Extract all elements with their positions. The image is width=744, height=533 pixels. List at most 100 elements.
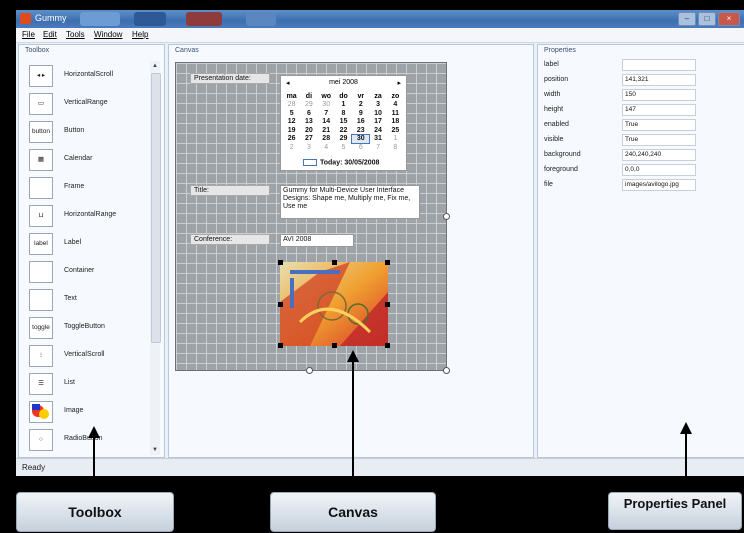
calendar-day[interactable]: 24 [369, 126, 386, 135]
calendar-day[interactable]: 26 [283, 135, 300, 144]
calendar-widget[interactable]: ◂ mei 2008 ▸ ma di wo do vr za zo 28 29 30 1 2 3 4 5 6… [280, 75, 407, 171]
calendar-day[interactable]: 29 [300, 101, 317, 110]
calendar-day[interactable]: 8 [335, 109, 352, 118]
calendar-day[interactable]: 4 [318, 143, 335, 152]
toolbox-item-verticalrange[interactable]: ▭ VerticalRange [29, 93, 149, 115]
canvas-resize-handle[interactable] [443, 213, 450, 220]
scroll-up-icon[interactable]: ▲ [150, 63, 160, 69]
resize-handle[interactable] [278, 343, 283, 348]
toolbox-item-frame[interactable]: Frame [29, 177, 149, 199]
toolbox-item-verticalscroll[interactable]: ⁝ VerticalScroll [29, 345, 149, 367]
menu-file[interactable]: File [22, 30, 35, 39]
close-button[interactable]: × [718, 12, 740, 26]
prev-month-icon[interactable]: ◂ [286, 79, 290, 87]
calendar-day[interactable]: 18 [387, 118, 404, 127]
menu-edit[interactable]: Edit [43, 30, 57, 39]
calendar-today[interactable]: Today: 30/05/2008 [303, 159, 379, 166]
calendar-day[interactable]: 13 [300, 118, 317, 127]
toolbox-item-button[interactable]: button Button [29, 121, 149, 143]
image-widget[interactable] [278, 260, 390, 348]
toolbox-item-horizontalrange[interactable]: ⊔ HorizontalRange [29, 205, 149, 227]
calendar-day[interactable]: 21 [318, 126, 335, 135]
calendar-day[interactable]: 29 [335, 135, 352, 144]
calendar-day[interactable]: 14 [318, 118, 335, 127]
calendar-day[interactable]: 30 [318, 101, 335, 110]
calendar-day[interactable]: 25 [387, 126, 404, 135]
toolbox-item-horizontalscroll[interactable]: ◂ ▸ HorizontalScroll [29, 65, 149, 87]
property-value-input[interactable]: 240,240,240 [622, 149, 696, 161]
calendar-day[interactable]: 1 [387, 135, 404, 144]
calendar-day[interactable]: 8 [387, 143, 404, 152]
minimize-button[interactable]: – [678, 12, 696, 26]
title-textbox[interactable]: Gummy for Multi-Device User Interface De… [280, 185, 420, 219]
resize-handle[interactable] [385, 302, 390, 307]
design-surface[interactable]: Presentation date: ◂ mei 2008 ▸ ma di wo do… [175, 62, 450, 374]
calendar-day[interactable]: 17 [369, 118, 386, 127]
menu-tools[interactable]: Tools [66, 30, 85, 39]
calendar-day[interactable]: 22 [335, 126, 352, 135]
calendar-day[interactable]: 4 [387, 101, 404, 110]
resize-handle[interactable] [385, 343, 390, 348]
menu-help[interactable]: Help [132, 30, 148, 39]
property-value-input[interactable] [622, 59, 696, 71]
property-value-input[interactable]: images/avilogo.jpg [622, 179, 696, 191]
canvas-resize-handle[interactable] [306, 367, 313, 374]
calendar-day[interactable]: 3 [369, 101, 386, 110]
toolbox-item-label[interactable]: label Label [29, 233, 149, 255]
property-value-input[interactable]: 141,321 [622, 74, 696, 86]
calendar-day[interactable]: 6 [352, 143, 369, 152]
calendar-day[interactable]: 19 [283, 126, 300, 135]
canvas-resize-handle[interactable] [443, 367, 450, 374]
conference-label[interactable]: Conference: [190, 234, 270, 245]
calendar-day[interactable]: 6 [300, 109, 317, 118]
scroll-thumb[interactable] [151, 73, 161, 343]
toolbox-scrollbar[interactable]: ▲ ▼ [150, 61, 161, 455]
calendar-day[interactable]: 31 [369, 135, 386, 144]
calendar-day[interactable]: 16 [352, 118, 369, 127]
scroll-down-icon[interactable]: ▼ [150, 447, 160, 453]
toolbox-item-image[interactable]: Image [29, 401, 149, 423]
resize-handle[interactable] [385, 260, 390, 265]
property-value-input[interactable]: True [622, 119, 696, 131]
calendar-day[interactable]: 7 [318, 109, 335, 118]
toolbox-item-container[interactable]: Container [29, 261, 149, 283]
toolbox-item-togglebutton[interactable]: toggle ToggleButton [29, 317, 149, 339]
calendar-day[interactable]: 3 [300, 143, 317, 152]
conference-textbox[interactable]: AVI 2008 [280, 234, 354, 247]
calendar-day[interactable]: 2 [283, 143, 300, 152]
calendar-day[interactable]: 5 [283, 109, 300, 118]
menu-window[interactable]: Window [94, 30, 122, 39]
avi-logo-image [280, 262, 388, 346]
calendar-day[interactable]: 15 [335, 118, 352, 127]
calendar-day[interactable]: 11 [387, 109, 404, 118]
calendar-day[interactable]: 5 [335, 143, 352, 152]
property-value-input[interactable]: 147 [622, 104, 696, 116]
property-value-input[interactable]: 0,0,0 [622, 164, 696, 176]
toolbox-item-text[interactable]: Text [29, 289, 149, 311]
next-month-icon[interactable]: ▸ [397, 79, 401, 87]
calendar-day[interactable]: 7 [369, 143, 386, 152]
resize-handle[interactable] [332, 343, 337, 348]
calendar-day[interactable]: 12 [283, 118, 300, 127]
calendar-day[interactable]: 9 [352, 109, 369, 118]
resize-handle[interactable] [278, 302, 283, 307]
property-value-input[interactable]: 150 [622, 89, 696, 101]
calendar-day[interactable]: 28 [318, 135, 335, 144]
title-label[interactable]: Title: [190, 185, 270, 196]
toolbox-item-calendar[interactable]: ▦ Calendar [29, 149, 149, 171]
resize-handle[interactable] [278, 260, 283, 265]
title-bar[interactable]: Gummy – □ × [16, 10, 744, 28]
calendar-day[interactable]: 2 [352, 101, 369, 110]
presentation-date-label[interactable]: Presentation date: [190, 73, 270, 84]
calendar-day[interactable]: 10 [369, 109, 386, 118]
calendar-day[interactable]: 23 [352, 126, 369, 135]
calendar-day[interactable]: 1 [335, 101, 352, 110]
resize-handle[interactable] [332, 260, 337, 265]
calendar-day[interactable]: 30 [351, 133, 371, 144]
calendar-day[interactable]: 27 [300, 135, 317, 144]
property-value-input[interactable]: True [622, 134, 696, 146]
toolbox-item-list[interactable]: ☰ List [29, 373, 149, 395]
calendar-day[interactable]: 20 [300, 126, 317, 135]
calendar-day[interactable]: 28 [283, 101, 300, 110]
maximize-button[interactable]: □ [698, 12, 716, 26]
